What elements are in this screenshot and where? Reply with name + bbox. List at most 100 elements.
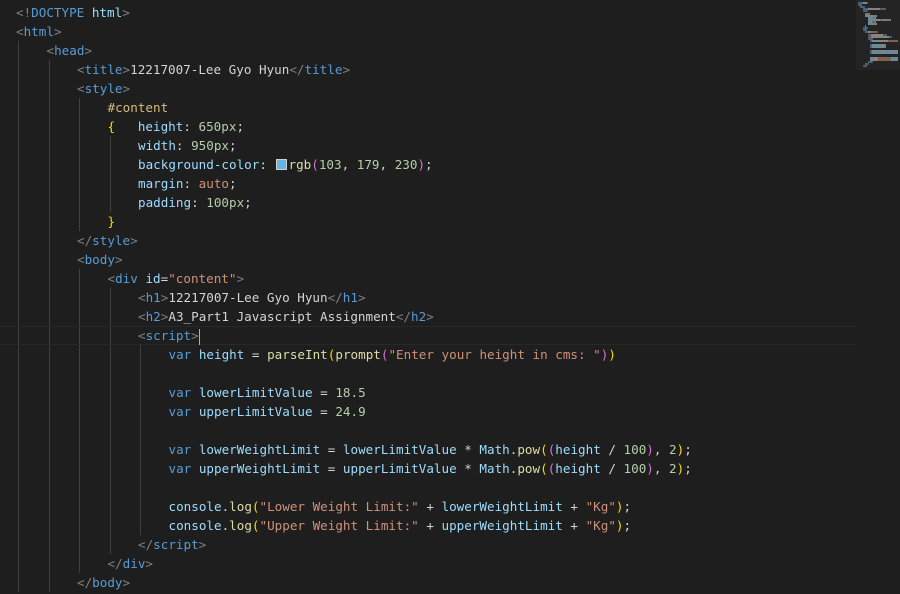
code-token: background-color xyxy=(138,157,260,172)
code-token: lowerLimitValue xyxy=(198,385,313,400)
indent-guide xyxy=(48,212,50,231)
code-text: width: 950px; xyxy=(138,136,237,155)
indent-guide xyxy=(140,421,141,440)
minimap-line xyxy=(872,60,874,63)
code-token: / xyxy=(600,442,624,457)
indent-guide xyxy=(140,345,141,364)
indent-guide xyxy=(79,212,80,231)
indent-guide xyxy=(140,364,141,383)
code-line[interactable]: var lowerWeightLimit = lowerLimitValue *… xyxy=(0,440,860,459)
code-line[interactable]: { height: 650px; xyxy=(0,117,860,136)
code-line[interactable]: </div> xyxy=(0,554,860,573)
code-line[interactable] xyxy=(0,478,860,497)
code-line[interactable]: <body> xyxy=(0,250,860,269)
code-token: 12217007-Lee Gyo Hyun xyxy=(130,62,290,77)
code-line[interactable]: padding: 100px; xyxy=(0,193,860,212)
code-token: h1 xyxy=(145,290,161,305)
minimap-line xyxy=(866,2,868,4)
indent-guide xyxy=(79,117,80,136)
indent-guide xyxy=(48,79,50,98)
code-line[interactable]: <style> xyxy=(0,79,860,98)
code-line[interactable] xyxy=(0,364,860,383)
code-token: > xyxy=(426,309,434,324)
code-line[interactable]: margin: auto; xyxy=(0,174,860,193)
code-token: : xyxy=(183,119,199,134)
indent-guide xyxy=(48,383,50,402)
minimap[interactable] xyxy=(856,0,900,594)
minimap-line xyxy=(868,62,870,65)
code-line[interactable]: var height = parseInt(prompt("Enter your… xyxy=(0,345,860,364)
indent-guide xyxy=(109,459,111,478)
code-token: auto xyxy=(198,176,230,191)
code-line[interactable]: <h1>12217007-Lee Gyo Hyun</h1> xyxy=(0,288,860,307)
minimap-line xyxy=(872,46,882,49)
code-token: ) xyxy=(417,157,426,172)
code-line[interactable]: console.log("Upper Weight Limit:" + uppe… xyxy=(0,516,860,535)
code-line[interactable] xyxy=(0,421,860,440)
indent-guide xyxy=(109,383,111,402)
code-token: ; xyxy=(684,442,692,457)
code-line[interactable]: <script> xyxy=(0,326,860,345)
code-line[interactable]: <head> xyxy=(0,41,860,60)
code-line[interactable]: </script> xyxy=(0,535,860,554)
code-line[interactable]: <h2>A3_Part1 Javascript Assignment</h2> xyxy=(0,307,860,326)
code-token: Math xyxy=(479,461,510,476)
code-token: 2 xyxy=(669,442,677,457)
code-token: "Lower Weight Limit:" xyxy=(259,499,419,514)
indent-guide xyxy=(140,402,141,421)
code-text: <html> xyxy=(16,22,62,41)
code-line[interactable]: </style> xyxy=(0,231,860,250)
color-swatch[interactable] xyxy=(275,159,287,170)
code-token: , xyxy=(653,461,670,476)
code-token: 650px xyxy=(198,119,237,134)
code-token: parseInt xyxy=(267,347,328,362)
indent-guide xyxy=(48,117,50,136)
indent-guide xyxy=(18,327,19,344)
code-token: upperLimitValue xyxy=(198,404,313,419)
code-token: "Kg" xyxy=(585,499,616,514)
indent-guide xyxy=(79,307,80,326)
indent-guide xyxy=(109,345,111,364)
code-line[interactable]: background-color: rgb(103, 179, 230); xyxy=(0,155,860,174)
code-token: > xyxy=(122,5,130,20)
minimap-line xyxy=(884,52,894,55)
code-text: </script> xyxy=(138,535,206,554)
indent-guide xyxy=(109,288,111,307)
code-line[interactable]: #content xyxy=(0,98,860,117)
code-token: h1 xyxy=(342,290,358,305)
indent-guide xyxy=(79,364,80,383)
code-token: h2 xyxy=(411,309,427,324)
code-token: ; xyxy=(236,119,245,134)
code-token: , xyxy=(653,442,670,457)
code-token: < xyxy=(77,252,85,267)
code-line[interactable]: <title>12217007-Lee Gyo Hyun</title> xyxy=(0,60,860,79)
code-line[interactable]: <html> xyxy=(0,22,860,41)
code-token: ; xyxy=(623,518,632,533)
indent-guide xyxy=(48,459,50,478)
code-token: style xyxy=(92,233,131,248)
code-line[interactable]: var lowerLimitValue = 18.5 xyxy=(0,383,860,402)
code-line[interactable]: width: 950px; xyxy=(0,136,860,155)
code-token: < xyxy=(46,43,55,58)
code-line[interactable]: var upperWeightLimit = upperLimitValue *… xyxy=(0,459,860,478)
minimap-line xyxy=(870,35,889,38)
code-line[interactable]: } xyxy=(0,212,860,231)
code-text: </body> xyxy=(77,573,130,592)
code-line[interactable]: </body> xyxy=(0,573,860,592)
indent-guide xyxy=(48,497,50,516)
code-token: ( xyxy=(251,499,260,514)
code-token: lowerLimitValue xyxy=(342,442,457,457)
code-line[interactable]: <div id="content"> xyxy=(0,269,860,288)
minimap-line xyxy=(890,18,891,21)
code-lines[interactable]: <!DOCTYPE html> <html> <head> <title>122170… xyxy=(0,3,860,592)
indent-guide xyxy=(18,98,19,117)
code-line[interactable]: console.log("Lower Weight Limit:" + lowe… xyxy=(0,497,860,516)
code-text: <body> xyxy=(77,250,123,269)
code-line[interactable]: <!DOCTYPE html> xyxy=(0,3,860,22)
indent-guide xyxy=(48,269,50,288)
code-line[interactable]: var upperLimitValue = 24.9 xyxy=(0,402,860,421)
code-token: var xyxy=(168,442,192,457)
code-token: < xyxy=(77,62,85,77)
code-editor[interactable]: <!DOCTYPE html> <html> <head> <title>122170… xyxy=(0,0,900,594)
